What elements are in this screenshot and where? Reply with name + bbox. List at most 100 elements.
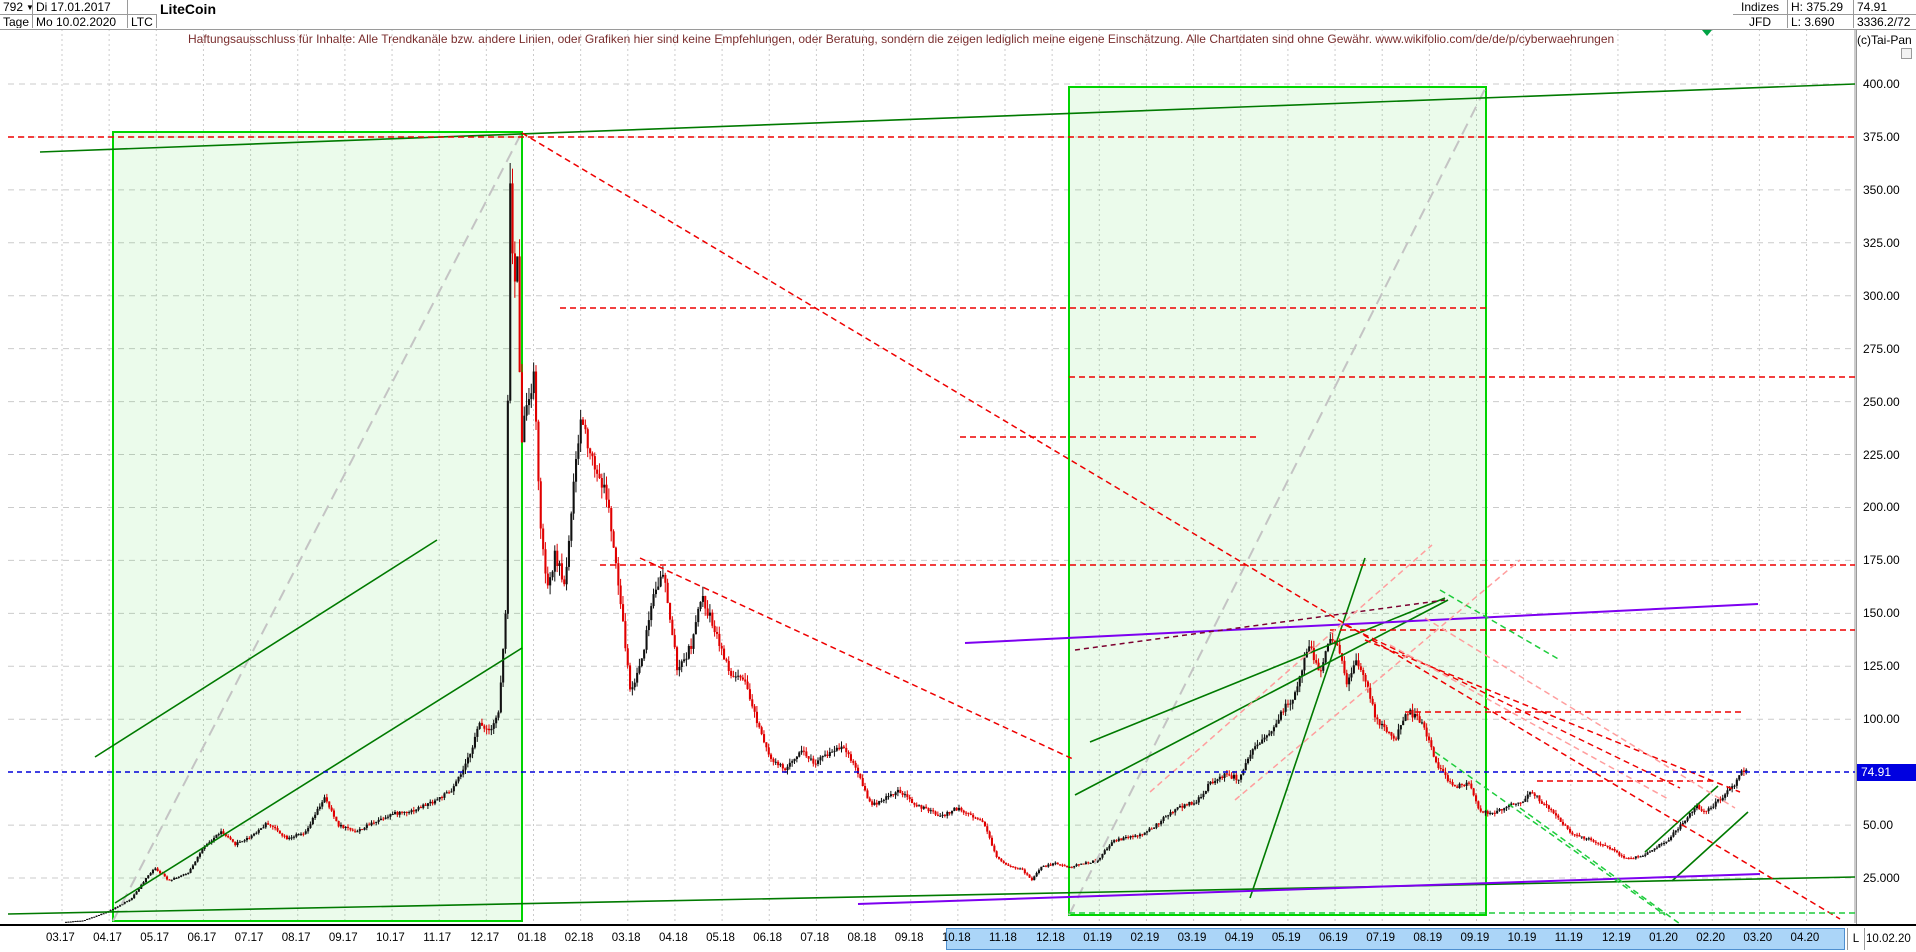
candle-body [196,856,199,862]
candle-body [248,838,251,839]
candle-body [1054,862,1057,864]
time-axis-label: 08.17 [281,932,311,944]
period-dropdown[interactable]: Tage▼ [0,14,33,28]
last-price-value: 74.91 [1857,0,1888,14]
candle-body [1702,810,1705,812]
candle-body [511,183,514,254]
candle-body [1355,660,1358,666]
candle-body [718,633,721,646]
candle-body [304,831,307,834]
candle-body [758,723,761,728]
candle-body [624,621,627,649]
candle-body [1230,775,1233,779]
candle-body [1037,870,1040,873]
price-axis[interactable]: 74.91 400.00 375.00 350.00 325.00 300.00 275.… [1856,29,1916,924]
candle-body [1268,733,1271,736]
candle-body [657,586,660,590]
candle-body [572,481,575,514]
candle-body [955,807,958,811]
candle-body [565,566,568,585]
candle-body [260,828,263,830]
date-from-cell[interactable]: Di 17.01.2017 [33,0,128,14]
time-axis-label: 09.17 [328,932,358,944]
candle-body [577,443,580,459]
candle-body [965,812,968,814]
time-axis-label: 02.20 [1696,932,1726,944]
candle-body [1005,863,1008,865]
candle-body [802,750,805,752]
candle-body [1251,749,1254,755]
candle-body [542,528,545,550]
candle-body [739,675,742,678]
candle-body [323,797,326,803]
time-axis[interactable]: L 10.02.20 03.17 04.17 05.17 06.17 07.17 08.1… [0,924,1916,952]
candle-body [1160,821,1163,825]
candle-body [779,764,782,766]
candle-body [417,807,420,810]
candle-body [375,821,378,823]
candle-body [126,901,129,903]
candle-body [868,798,871,802]
candle-body [1080,863,1083,865]
date-to-cell[interactable]: Mo 10.02.2020 [33,14,128,28]
candle-body [981,820,984,822]
candle-body [697,608,700,623]
candle-body [1338,644,1341,654]
candle-body [358,829,361,832]
candle-body [1392,735,1395,739]
candle-body [328,801,331,808]
bars-count-dropdown[interactable]: 792▼ [0,0,33,14]
candle-body [617,563,620,586]
candle-body [1270,731,1273,734]
candle-body [896,789,899,793]
candle-body [290,837,293,839]
candle-body [1371,698,1374,705]
candle-body [97,915,100,916]
candle-body [708,612,711,616]
candle-body [217,834,220,836]
price-axis-label: 25.000 [1863,870,1900,885]
trend-line [1519,807,1706,943]
volume-cell: 3336.2/72 [1854,14,1916,28]
candle-body [1576,834,1579,836]
candle-body [1312,647,1315,661]
candle-body [1040,866,1043,871]
time-axis-label: 10.17 [376,932,405,944]
candle-body [640,658,643,667]
candle-body [1352,665,1355,674]
candle-body [441,797,444,798]
exchange-cell-1: Indizes [1733,0,1788,14]
candle-body [1397,729,1400,740]
candle-body [666,582,669,603]
panel-collapse-icon[interactable] [1901,48,1912,59]
candle-body [1272,727,1275,732]
price-axis-label: 225.00 [1863,447,1900,462]
candle-body [490,728,493,731]
candle-body [130,898,133,900]
candle-body [866,790,869,799]
candle-body [351,829,354,831]
candle-body [664,574,667,583]
candle-body [1611,848,1614,850]
candle-body [295,834,298,837]
candle-body [772,758,775,762]
candle-body [318,806,321,809]
candle-body [1453,785,1456,787]
time-axis-label: 06.19 [1319,932,1348,944]
candle-body [1552,810,1555,814]
candle-body [485,728,488,730]
candle-body [1674,830,1677,833]
candle-body [429,801,432,804]
candle-body [116,906,119,908]
candle-body [520,372,523,443]
candle-body [647,620,650,631]
candle-body [431,801,434,804]
price-axis-label: 350.00 [1863,182,1900,197]
candle-body [1089,862,1092,864]
candle-body [1211,781,1214,784]
candle-body [1536,795,1539,797]
time-axis-label: 05.18 [706,932,735,944]
chart-plot-area[interactable] [0,0,1916,952]
time-axis-label: 07.17 [234,932,264,944]
candle-body [1200,797,1203,798]
